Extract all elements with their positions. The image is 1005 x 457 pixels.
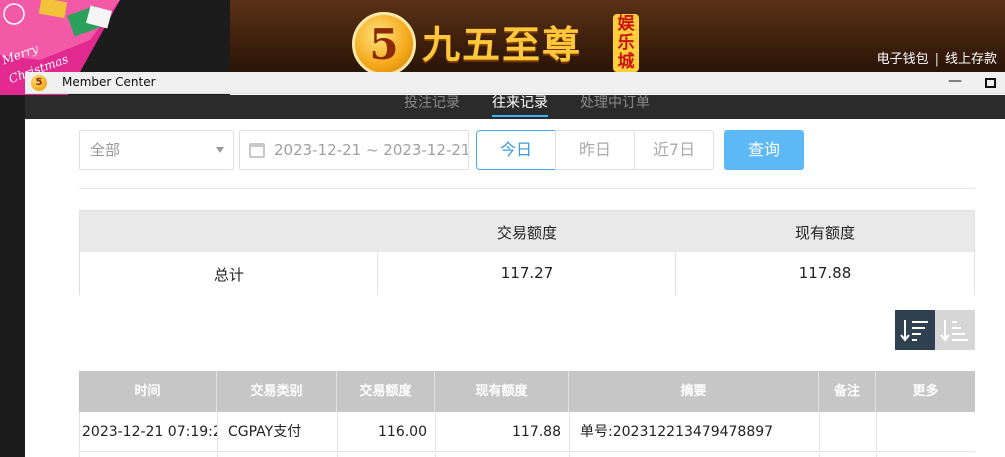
maximize-button[interactable] [985, 78, 996, 88]
calendar-icon [249, 143, 265, 158]
transactions-table: 时间 交易类别 交易额度 现有额度 摘要 备注 更多 2023-12-21 07… [79, 371, 975, 457]
logo-number-icon: 5 [369, 19, 399, 69]
col-summary[interactable]: 摘要 [569, 371, 819, 412]
col-type[interactable]: 交易类别 [217, 371, 337, 412]
minimize-button[interactable]: — [948, 73, 962, 89]
partial-cell [820, 453, 877, 457]
partial-cell [218, 453, 338, 457]
partial-cell [80, 453, 218, 457]
left-background-strip [0, 95, 25, 457]
screen: Merry Christmas 5 九五至尊 娱乐城 电子钱包 | 线上存款 5 M… [0, 0, 1005, 457]
cell-more[interactable] [877, 412, 975, 452]
summary-row: 总计 117.27 117.88 [80, 252, 974, 295]
member-content: 全部 2023-12-21 ~ 2023-12-21 今日 昨日 近7日 查询 … [25, 119, 1005, 457]
range-yesterday-button[interactable]: 昨日 [555, 130, 635, 170]
date-range-value: 2023-12-21 ~ 2023-12-21 [274, 141, 469, 159]
type-select-value: 全部 [90, 141, 121, 159]
cell-balance: 117.88 [436, 412, 570, 452]
tab-transaction-records[interactable]: 往来记录 [492, 92, 548, 117]
top-links: 电子钱包 | 线上存款 [877, 48, 997, 67]
date-range-input[interactable]: 2023-12-21 ~ 2023-12-21 [239, 130, 469, 170]
range-today-button[interactable]: 今日 [476, 130, 556, 170]
brand-vertical-label: 娱乐城 [613, 14, 639, 72]
range-7days-button[interactable]: 近7日 [634, 130, 714, 170]
window-title-bar: 5 Member Center — [25, 72, 1005, 94]
wallet-link[interactable]: 电子钱包 [877, 52, 929, 67]
brand-name: 九五至尊 [422, 22, 583, 67]
cell-remark [820, 412, 877, 452]
app-logo-icon: 5 [31, 75, 47, 91]
cell-type: CGPAY支付 [218, 412, 338, 452]
cell-summary: 单号:202312213479478897 [570, 412, 820, 452]
sort-ascending-icon [940, 320, 968, 342]
window-title: Member Center [62, 75, 156, 89]
summary-header: 交易额度 现有额度 [80, 211, 974, 252]
tab-bar: 投注记录 往来记录 处理中订单 [25, 95, 1005, 119]
summary-table: 交易额度 现有额度 总计 117.27 117.88 [79, 210, 975, 295]
partial-cell [338, 453, 436, 457]
col-remark[interactable]: 备注 [819, 371, 876, 412]
summary-divider [675, 252, 676, 295]
summary-header-balance: 现有额度 [794, 224, 855, 242]
partial-cell [570, 453, 820, 457]
type-select[interactable]: 全部 [79, 130, 234, 170]
sort-descending-button[interactable] [895, 310, 935, 350]
partial-cell [436, 453, 570, 457]
table-header: 时间 交易类别 交易额度 现有额度 摘要 备注 更多 [79, 371, 975, 412]
query-button[interactable]: 查询 [724, 130, 804, 170]
summary-total-balance: 117.88 [798, 264, 852, 282]
col-amount[interactable]: 交易额度 [337, 371, 435, 412]
table-row[interactable]: 2023-12-21 07:19:20 CGPAY支付 116.00 117.8… [79, 412, 975, 452]
deposit-link[interactable]: 线上存款 [945, 52, 997, 67]
cell-amount: 116.00 [338, 412, 436, 452]
cell-time: 2023-12-21 07:19:20 [80, 412, 218, 452]
tab-pending-orders[interactable]: 处理中订单 [580, 92, 650, 112]
col-more[interactable]: 更多 [876, 371, 975, 412]
summary-header-amount: 交易额度 [496, 224, 557, 242]
caret-down-icon [216, 147, 224, 153]
sort-ascending-button[interactable] [935, 310, 975, 350]
col-time[interactable]: 时间 [79, 371, 217, 412]
divider [79, 188, 975, 189]
summary-total-label: 总计 [213, 266, 244, 284]
summary-total-amount: 117.27 [500, 264, 554, 282]
col-balance[interactable]: 现有额度 [435, 371, 569, 412]
sort-descending-icon [900, 320, 928, 342]
brand-logo: 5 [352, 12, 416, 76]
tab-bet-records[interactable]: 投注记录 [404, 92, 460, 112]
link-separator: | [934, 52, 939, 67]
table-row-partial [79, 453, 975, 457]
summary-divider [377, 252, 378, 295]
